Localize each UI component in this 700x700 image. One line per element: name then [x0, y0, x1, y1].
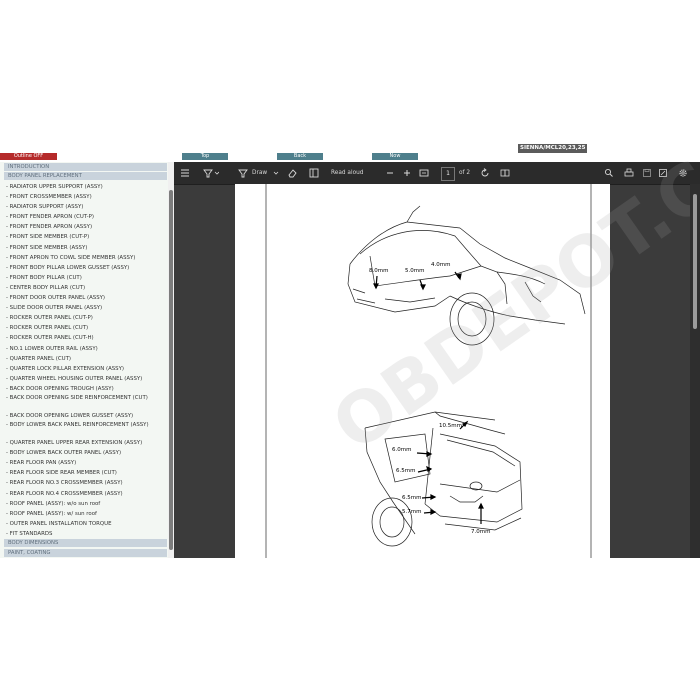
sidebar-item[interactable]: - FRONT SIDE MEMBER (ASSY)	[6, 243, 168, 253]
rear-label-3: 6.5mm	[396, 468, 415, 474]
sidebar-item[interactable]: - REAR FLOOR NO.4 CROSSMEMBER (ASSY)	[6, 489, 168, 499]
top-button[interactable]: Top	[182, 153, 228, 160]
draw-icon[interactable]	[238, 167, 248, 183]
back-button[interactable]: Back	[277, 153, 323, 160]
sidebar-item[interactable]: - FIT STANDARDS	[6, 529, 168, 539]
list-icon[interactable]	[180, 167, 190, 183]
sidebar-item[interactable]: - BODY LOWER BACK OUTER PANEL (ASSY)	[6, 448, 168, 458]
sidebar-item[interactable]: - NO.1 LOWER OUTER RAIL (ASSY)	[6, 344, 168, 354]
sidebar-item[interactable]: - FRONT FENDER APRON (ASSY)	[6, 222, 168, 232]
sidebar-item[interactable]: - ROCKER OUTER PANEL (CUT-H)	[6, 333, 168, 343]
panel-icon[interactable]	[309, 167, 319, 183]
sidebar-item[interactable]: - REAR FLOOR PAN (ASSY)	[6, 458, 168, 468]
rotate-icon[interactable]	[480, 167, 490, 183]
sidebar-item[interactable]: - FRONT CROSSMEMBER (ASSY)	[6, 192, 168, 202]
next-button[interactable]: Now	[372, 153, 418, 160]
model-label: SIENNA/MCL20,23,25	[518, 144, 588, 153]
filter-icon[interactable]	[203, 167, 220, 183]
sidebar-item[interactable]: - FRONT DOOR OUTER PANEL (ASSY)	[6, 293, 168, 303]
sidebar-item[interactable]: - FRONT BODY PILLAR (CUT)	[6, 273, 168, 283]
sidebar-item[interactable]: - ROOF PANEL (ASSY): w/ sun roof	[6, 509, 168, 519]
rear-label-6: 7.0mm	[471, 529, 490, 535]
front-label-2: 5.0mm	[405, 268, 424, 274]
sidebar-item[interactable]: - QUARTER PANEL (CUT)	[6, 354, 168, 364]
rear-gap-arrows	[416, 420, 484, 524]
sidebar-item[interactable]: - BACK DOOR OPENING SIDE REINFORCEMENT (…	[6, 394, 168, 411]
sidebar-item[interactable]: - ROOF PANEL (ASSY): w/o sun roof	[6, 499, 168, 509]
section-body-panel-replacement[interactable]: BODY PANEL REPLACEMENT	[4, 172, 167, 180]
section-body-dimensions[interactable]: BODY DIMENSIONS	[4, 539, 167, 547]
sidebar-item[interactable]: - RADIATOR UPPER SUPPORT (ASSY)	[6, 182, 168, 192]
chevron-down-icon[interactable]	[273, 167, 279, 183]
viewer-scroll-thumb[interactable]	[693, 194, 697, 329]
sidebar-item[interactable]: - REAR FLOOR NO.3 CROSSMEMBER (ASSY)	[6, 478, 168, 488]
sidebar-item[interactable]: - ROCKER OUTER PANEL (CUT-P)	[6, 313, 168, 323]
zoom-in-icon[interactable]	[403, 167, 411, 183]
top-bar	[0, 140, 700, 162]
sidebar-item[interactable]: - FRONT FENDER APRON (CUT-P)	[6, 212, 168, 222]
search-icon[interactable]	[604, 167, 614, 183]
rear-label-1: 10.5mm	[439, 423, 462, 429]
sidebar-item[interactable]: - FRONT BODY PILLAR LOWER GUSSET (ASSY)	[6, 263, 168, 273]
front-gap-arrows	[373, 271, 462, 291]
sidebar-outline: INTRODUCTION BODY PANEL REPLACEMENT - RA…	[0, 162, 175, 558]
rear-label-2: 6.0mm	[392, 447, 411, 453]
sidebar-item[interactable]: - QUARTER WHEEL HOUSING OUTER PANEL (ASS…	[6, 374, 168, 384]
eraser-icon[interactable]	[287, 167, 297, 183]
sidebar-item[interactable]: - BODY LOWER BACK PANEL REINFORCEMENT (A…	[6, 421, 168, 438]
sidebar-item[interactable]: - QUARTER LOCK PILLAR EXTENSION (ASSY)	[6, 364, 168, 374]
sidebar-item[interactable]: - QUARTER PANEL UPPER REAR EXTENSION (AS…	[6, 438, 168, 448]
sidebar-item[interactable]: - FRONT APRON TO COWL SIDE MEMBER (ASSY)	[6, 253, 168, 263]
front-label-3: 4.0mm	[431, 262, 450, 268]
page-number-input[interactable]: 1	[441, 167, 455, 181]
sidebar-item[interactable]: - ROCKER OUTER PANEL (CUT)	[6, 323, 168, 333]
read-aloud-button[interactable]: Read aloud	[331, 167, 363, 179]
section-introduction[interactable]: INTRODUCTION	[4, 163, 167, 171]
sidebar-item[interactable]: - FRONT SIDE MEMBER (CUT-P)	[6, 232, 168, 242]
sidebar-item[interactable]: - BACK DOOR OPENING LOWER GUSSET (ASSY)	[6, 411, 168, 421]
two-page-icon[interactable]	[500, 167, 510, 183]
rear-label-4: 6.5mm	[402, 495, 421, 501]
sidebar-item[interactable]: - CENTER BODY PILLAR (CUT)	[6, 283, 168, 293]
section-paint-coating[interactable]: PAINT, COATING	[4, 549, 167, 557]
outline-toggle-button[interactable]: Outline OFF	[0, 153, 57, 160]
zoom-out-icon[interactable]	[386, 167, 394, 183]
sidebar-item[interactable]: - REAR FLOOR SIDE REAR MEMBER (CUT)	[6, 468, 168, 478]
fit-page-icon[interactable]	[419, 167, 429, 183]
sidebar-item[interactable]: - SLIDE DOOR OUTER PANEL (ASSY)	[6, 303, 168, 313]
sidebar-item[interactable]: - BACK DOOR OPENING TROUGH (ASSY)	[6, 384, 168, 394]
front-label-1: 8.0mm	[369, 268, 388, 274]
rear-label-5: 5.7mm	[402, 509, 421, 515]
page-total: of 2	[459, 170, 471, 176]
sidebar-scroll-thumb[interactable]	[169, 190, 173, 550]
sidebar-item[interactable]: - RADIATOR SUPPORT (ASSY)	[6, 202, 168, 212]
draw-label[interactable]: Draw	[252, 167, 267, 179]
sidebar-item[interactable]: - OUTER PANEL INSTALLATION TORQUE	[6, 519, 168, 529]
sidebar-list: - RADIATOR UPPER SUPPORT (ASSY) - FRONT …	[6, 182, 168, 539]
